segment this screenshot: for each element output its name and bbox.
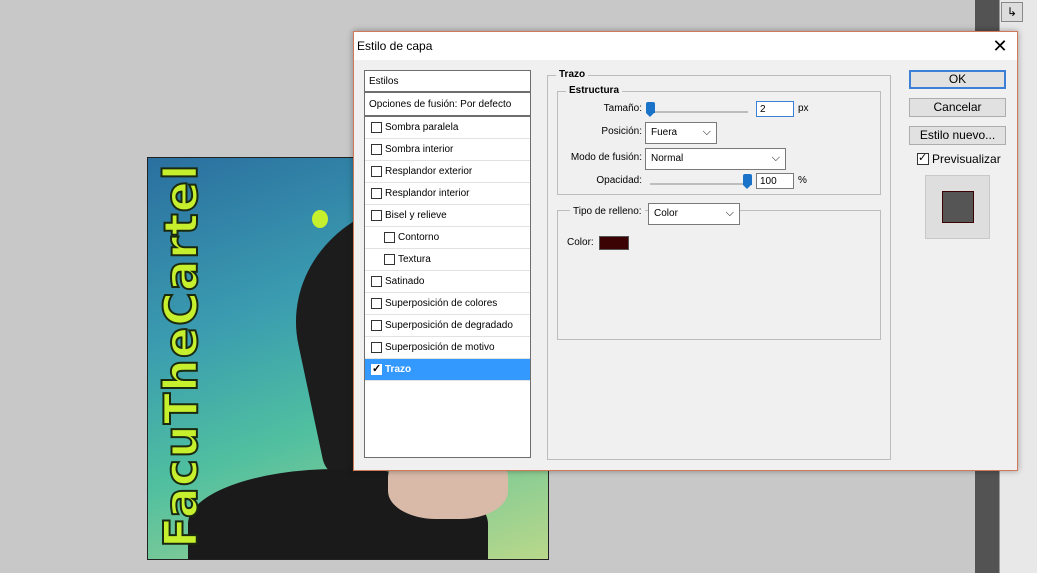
opacity-unit: % xyxy=(798,175,807,186)
position-value: Fuera xyxy=(651,127,678,138)
preview-label: Previsualizar xyxy=(932,152,1001,166)
size-slider-track[interactable] xyxy=(650,111,748,113)
fill-type-label: Tipo de relleno: xyxy=(570,206,645,217)
style-item-label: Superposición de degradado xyxy=(385,320,513,331)
style-rows: Sombra paralela Sombra interior Resplandor… xyxy=(365,117,530,381)
cancel-button[interactable]: Cancelar xyxy=(909,98,1006,117)
style-item[interactable]: Superposición de colores xyxy=(365,293,530,315)
layer-style-dialog: Estilo de capa ✕ Estilos Opciones de fus… xyxy=(353,31,1018,471)
chevron-down-icon: ⌵ xyxy=(771,152,780,164)
position-label: Posición: xyxy=(601,126,642,137)
style-item[interactable]: Textura xyxy=(365,249,530,271)
style-item-label: Superposición de motivo xyxy=(385,342,495,353)
style-item-checkbox[interactable] xyxy=(371,276,382,287)
close-icon: ✕ xyxy=(992,36,1008,56)
style-item-label: Resplandor exterior xyxy=(385,166,473,177)
opacity-label: Opacidad: xyxy=(596,175,642,186)
styles-header[interactable]: Estilos xyxy=(365,71,530,93)
fill-type-value: Color xyxy=(654,208,678,219)
style-item[interactable]: Superposición de motivo xyxy=(365,337,530,359)
style-item-checkbox[interactable] xyxy=(371,342,382,353)
opacity-slider-thumb[interactable] xyxy=(743,174,752,189)
style-item-label: Textura xyxy=(398,254,431,265)
size-slider-thumb[interactable] xyxy=(646,102,655,117)
fill-type-select[interactable]: Color ⌵ xyxy=(648,203,740,225)
blend-mode-label: Modo de fusión: xyxy=(570,152,642,163)
style-item-label: Superposición de colores xyxy=(385,298,498,309)
new-style-button[interactable]: Estilo nuevo... xyxy=(909,126,1006,145)
structure-title: Estructura xyxy=(566,85,623,96)
style-item[interactable]: Sombra paralela xyxy=(365,117,530,139)
blend-options-item[interactable]: Opciones de fusión: Por defecto xyxy=(365,93,530,117)
size-unit: px xyxy=(798,103,809,114)
style-item-label: Sombra interior xyxy=(385,144,454,155)
preview-box xyxy=(925,175,990,239)
panel-tool-icon[interactable]: ↳ xyxy=(1001,2,1023,22)
style-item-checkbox[interactable] xyxy=(384,254,395,265)
canvas-vertical-text: FacuTheCartel xyxy=(153,162,209,549)
style-item[interactable]: Contorno xyxy=(365,227,530,249)
style-item-checkbox[interactable] xyxy=(371,362,382,375)
size-input[interactable] xyxy=(756,101,794,117)
preview-thumbnail xyxy=(942,191,974,223)
structure-group: Estructura Tamaño: px Posición: Fuera ⌵ … xyxy=(557,85,881,195)
preview-checkbox-box[interactable] xyxy=(917,151,929,165)
lime-accent xyxy=(312,210,328,228)
style-item[interactable]: Sombra interior xyxy=(365,139,530,161)
close-button[interactable]: ✕ xyxy=(989,35,1011,57)
chevron-down-icon: ⌵ xyxy=(725,207,734,219)
blend-mode-value: Normal xyxy=(651,153,684,164)
blend-mode-select[interactable]: Normal ⌵ xyxy=(645,148,786,170)
style-item-checkbox[interactable] xyxy=(371,188,382,199)
style-item-label: Satinado xyxy=(385,276,425,287)
stroke-panel: Trazo Estructura Tamaño: px Posición: Fu… xyxy=(547,69,891,460)
style-item-label: Trazo xyxy=(385,364,412,375)
ok-button[interactable]: OK xyxy=(909,70,1006,89)
styles-list: Estilos Opciones de fusión: Por defecto … xyxy=(364,70,531,458)
dialog-title: Estilo de capa xyxy=(357,39,433,53)
style-item[interactable]: Superposición de degradado xyxy=(365,315,530,337)
style-item[interactable]: Satinado xyxy=(365,271,530,293)
preview-checkbox[interactable]: Previsualizar xyxy=(917,151,1001,166)
style-item-label: Resplandor interior xyxy=(385,188,470,199)
size-label: Tamaño: xyxy=(603,103,642,114)
style-item[interactable]: Trazo xyxy=(365,359,530,381)
stroke-color-swatch[interactable] xyxy=(599,236,629,250)
style-item-label: Sombra paralela xyxy=(385,122,459,133)
dialog-titlebar: Estilo de capa ✕ xyxy=(354,32,1017,60)
style-item-checkbox[interactable] xyxy=(371,298,382,309)
color-label: Color: xyxy=(567,237,594,248)
style-item-label: Bisel y relieve xyxy=(385,210,447,221)
style-item-checkbox[interactable] xyxy=(371,320,382,331)
style-item-checkbox[interactable] xyxy=(371,166,382,177)
style-item-checkbox[interactable] xyxy=(371,144,382,155)
style-item-checkbox[interactable] xyxy=(371,210,382,221)
chevron-down-icon: ⌵ xyxy=(702,126,711,138)
fill-group: Tipo de relleno: Color ⌵ Color: xyxy=(557,203,881,340)
opacity-slider-track[interactable] xyxy=(650,183,748,185)
style-item[interactable]: Bisel y relieve xyxy=(365,205,530,227)
opacity-input[interactable] xyxy=(756,173,794,189)
style-item-checkbox[interactable] xyxy=(384,232,395,243)
style-item[interactable]: Resplandor exterior xyxy=(365,161,530,183)
style-item-checkbox[interactable] xyxy=(371,122,382,133)
style-item[interactable]: Resplandor interior xyxy=(365,183,530,205)
style-item-label: Contorno xyxy=(398,232,440,243)
position-select[interactable]: Fuera ⌵ xyxy=(645,122,717,144)
section-title: Trazo xyxy=(556,69,589,80)
